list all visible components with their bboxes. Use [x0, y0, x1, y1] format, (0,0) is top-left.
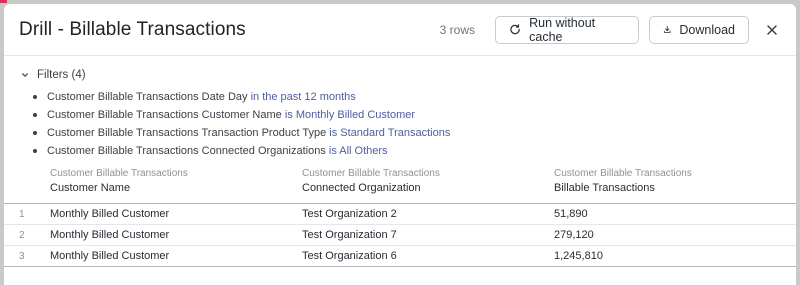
cell-billable-transactions: 51,890: [554, 208, 588, 220]
filter-item: Customer Billable Transactions Transacti…: [33, 124, 796, 142]
filters-label: Filters (4): [37, 69, 86, 81]
column-group-label: Customer Billable Transactions: [50, 168, 188, 179]
table-row: 1 Monthly Billed Customer Test Organizat…: [4, 204, 796, 225]
row-index: 1: [19, 208, 25, 220]
filter-value: is All Others: [328, 145, 388, 157]
filter-field: Customer Billable Transactions Customer …: [47, 109, 282, 121]
filter-value: is Monthly Billed Customer: [284, 109, 416, 121]
filter-item: Customer Billable Transactions Customer …: [33, 106, 796, 124]
row-index: 3: [19, 250, 25, 262]
results-table: Customer Billable Transactions Customer …: [4, 166, 796, 267]
corner-accent: [0, 0, 7, 3]
row-count: 3 rows: [439, 22, 475, 37]
run-button-label: Run without cache: [529, 15, 596, 44]
cell-connected-organization: Test Organization 2: [302, 208, 397, 220]
filter-field: Customer Billable Transactions Connected…: [47, 145, 326, 157]
column-label: Connected Organization: [302, 182, 421, 194]
cell-customer-name: Monthly Billed Customer: [50, 229, 170, 241]
filter-value: in the past 12 months: [250, 91, 356, 103]
filter-value: is Standard Transactions: [329, 127, 451, 139]
column-header-connected-organization[interactable]: Customer Billable Transactions Connected…: [302, 166, 554, 203]
filter-item: Customer Billable Transactions Date Day …: [33, 88, 796, 106]
close-icon: [767, 24, 777, 35]
cell-billable-transactions: 279,120: [554, 229, 594, 241]
column-header-customer-name[interactable]: Customer Billable Transactions Customer …: [50, 166, 302, 203]
refresh-icon: [510, 24, 520, 35]
download-button-label: Download: [679, 22, 735, 37]
filter-field: Customer Billable Transactions Date Day: [47, 91, 248, 103]
filter-field: Customer Billable Transactions Transacti…: [47, 127, 327, 139]
table-header: Customer Billable Transactions Customer …: [4, 166, 796, 204]
column-label: Billable Transactions: [554, 182, 655, 194]
column-header-billable-transactions[interactable]: Customer Billable Transactions Billable …: [554, 166, 796, 203]
cell-connected-organization: Test Organization 7: [302, 229, 397, 241]
row-index: 2: [19, 229, 25, 241]
filter-item: Customer Billable Transactions Connected…: [33, 142, 796, 160]
cell-billable-transactions: 1,245,810: [554, 250, 603, 262]
column-label: Customer Name: [50, 182, 131, 194]
column-group-label: Customer Billable Transactions: [554, 168, 692, 179]
download-button[interactable]: Download: [649, 15, 749, 44]
modal-title: Drill - Billable Transactions: [19, 18, 246, 40]
column-group-label: Customer Billable Transactions: [302, 168, 440, 179]
chevron-down-icon: [22, 73, 28, 77]
index-column-header: [4, 166, 50, 203]
filters-toggle[interactable]: Filters (4): [21, 68, 796, 82]
bullet: [33, 131, 37, 135]
bullet: [33, 95, 37, 99]
bullet: [33, 113, 37, 117]
cell-customer-name: Monthly Billed Customer: [50, 208, 170, 220]
table-row: 2 Monthly Billed Customer Test Organizat…: [4, 225, 796, 246]
cell-connected-organization: Test Organization 6: [302, 250, 397, 262]
download-icon: [663, 25, 671, 33]
bullet: [33, 149, 37, 153]
close-button[interactable]: [763, 21, 781, 39]
filter-list: Customer Billable Transactions Date Day …: [21, 88, 796, 160]
run-without-cache-button[interactable]: Run without cache: [495, 15, 639, 44]
modal-header: Drill - Billable Transactions 3 rows Run…: [4, 4, 796, 56]
cell-customer-name: Monthly Billed Customer: [50, 250, 170, 262]
table-row: 3 Monthly Billed Customer Test Organizat…: [4, 246, 796, 267]
drill-modal: Drill - Billable Transactions 3 rows Run…: [4, 4, 796, 285]
filters-section: Filters (4) Customer Billable Transactio…: [4, 56, 796, 160]
